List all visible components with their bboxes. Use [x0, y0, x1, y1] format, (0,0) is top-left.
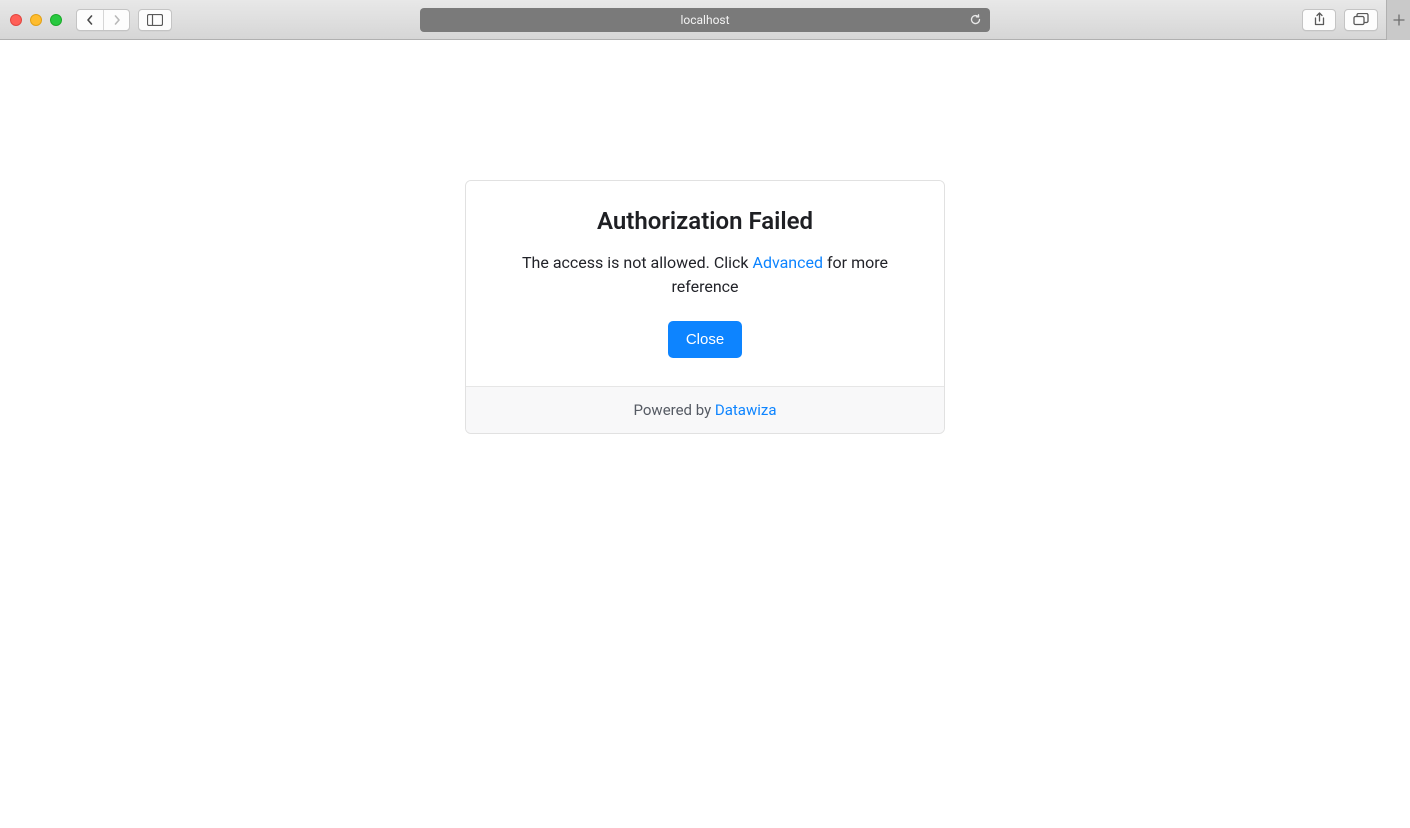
- dialog-body: Authorization Failed The access is not a…: [466, 181, 944, 386]
- window-minimize-button[interactable]: [30, 14, 42, 26]
- page-content: Authorization Failed The access is not a…: [0, 40, 1410, 828]
- window-maximize-button[interactable]: [50, 14, 62, 26]
- powered-by-label: Powered by: [634, 401, 715, 419]
- window-controls: [10, 14, 62, 26]
- nav-button-group: [76, 9, 130, 31]
- dialog-title: Authorization Failed: [490, 207, 920, 235]
- dialog-footer: Powered by Datawiza: [466, 386, 944, 433]
- browser-toolbar: localhost: [0, 0, 1410, 40]
- share-button[interactable]: [1302, 9, 1336, 31]
- dialog-message-prefix: The access is not allowed. Click: [522, 253, 753, 272]
- datawiza-link[interactable]: Datawiza: [715, 401, 777, 419]
- url-text: localhost: [680, 13, 729, 27]
- window-close-button[interactable]: [10, 14, 22, 26]
- show-tabs-button[interactable]: [1344, 9, 1378, 31]
- chevron-right-icon: [112, 15, 122, 25]
- reload-button[interactable]: [969, 13, 982, 26]
- share-icon: [1313, 12, 1326, 27]
- sidebar-icon: [147, 14, 163, 26]
- right-controls: [1302, 0, 1400, 40]
- advanced-link[interactable]: Advanced: [753, 253, 824, 272]
- dialog-message: The access is not allowed. Click Advance…: [490, 251, 920, 299]
- reload-icon: [969, 13, 982, 26]
- close-button[interactable]: Close: [668, 321, 742, 358]
- sidebar-toggle-button[interactable]: [138, 9, 172, 31]
- auth-failed-dialog: Authorization Failed The access is not a…: [465, 180, 945, 434]
- new-tab-button[interactable]: [1386, 0, 1410, 40]
- chevron-left-icon: [85, 15, 95, 25]
- forward-button[interactable]: [103, 10, 129, 30]
- plus-icon: [1393, 14, 1405, 26]
- tabs-icon: [1353, 13, 1369, 26]
- address-bar[interactable]: localhost: [420, 8, 990, 32]
- back-button[interactable]: [77, 10, 103, 30]
